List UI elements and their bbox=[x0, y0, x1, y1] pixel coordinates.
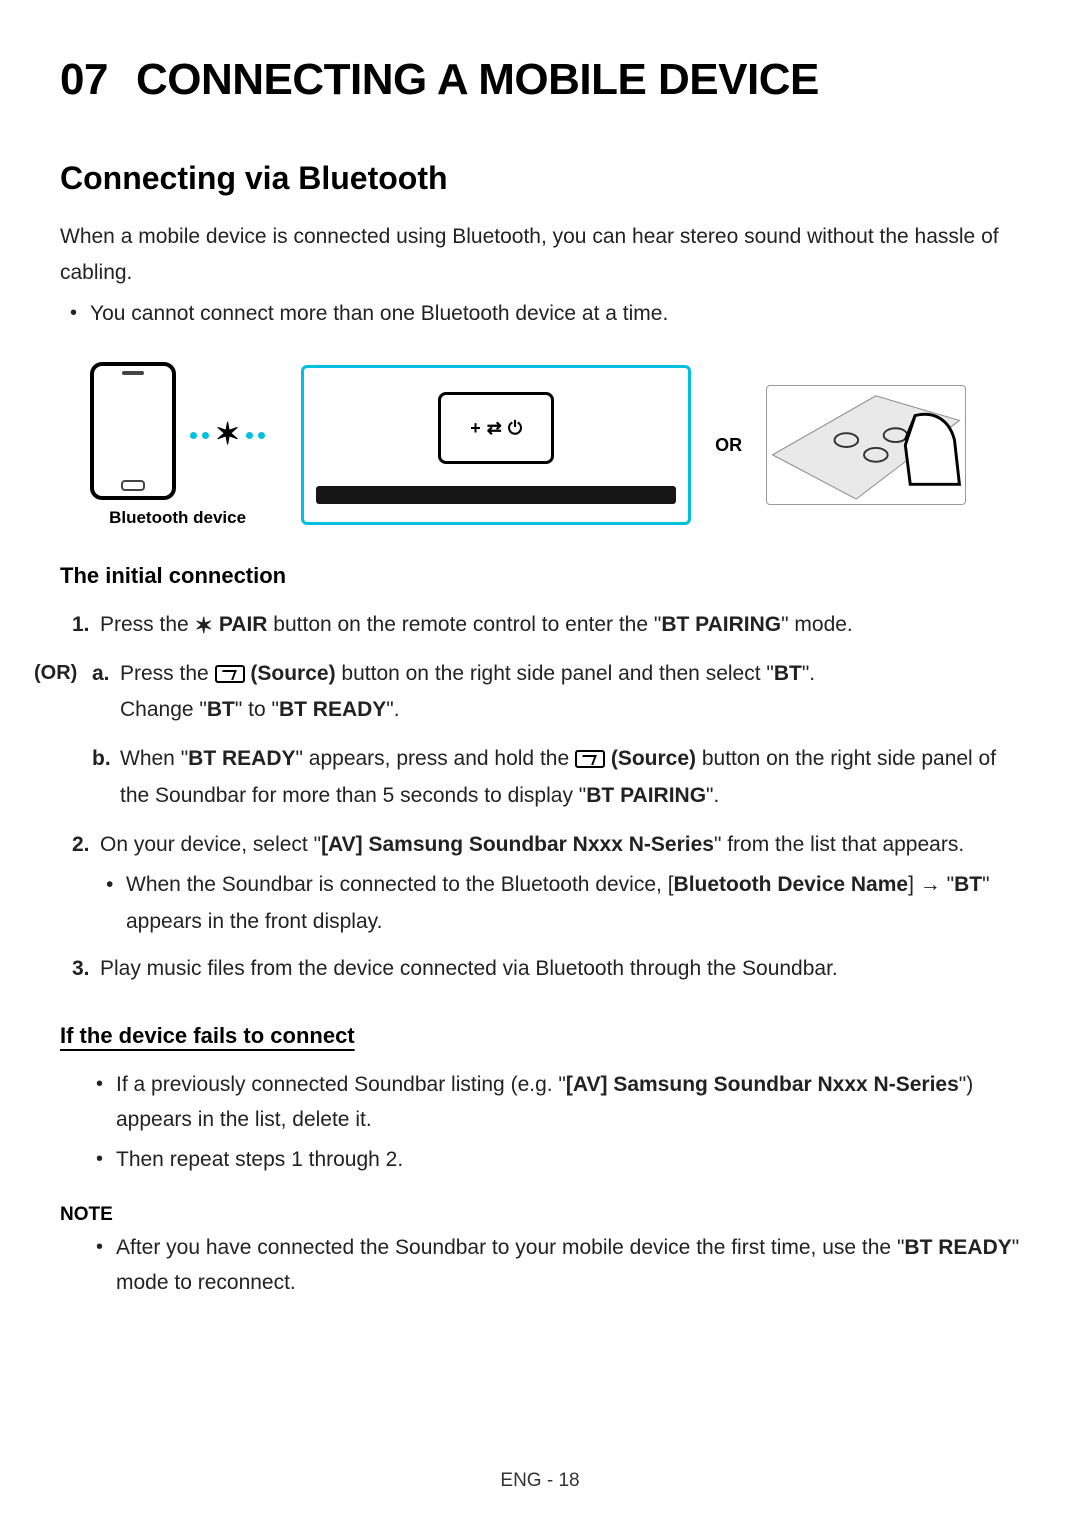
fails-heading: If the device fails to connect bbox=[60, 1023, 1020, 1049]
note-bullet: After you have connected the Soundbar to… bbox=[116, 1230, 1020, 1301]
or-label: OR bbox=[715, 435, 742, 456]
tv-icon: + ⇄ ⏻ bbox=[438, 392, 554, 464]
chapter-title-text: CONNECTING A MOBILE DEVICE bbox=[136, 55, 819, 104]
soundbar-tv-illustration: + ⇄ ⏻ bbox=[301, 365, 691, 525]
instruction-list: 1. Press the ✶ PAIR button on the remote… bbox=[60, 607, 1020, 988]
soundbar-icon bbox=[316, 486, 676, 504]
fails-bullet-2: Then repeat steps 1 through 2. bbox=[116, 1142, 1020, 1178]
section-title: Connecting via Bluetooth bbox=[60, 160, 1020, 197]
or-marker: (OR) bbox=[34, 656, 77, 691]
bluetooth-signal-icon: ✶ bbox=[190, 420, 265, 450]
step-1: 1. Press the ✶ PAIR button on the remote… bbox=[100, 607, 1020, 646]
step-or: (OR) a. Press the (Source) button on the… bbox=[100, 656, 1020, 815]
fails-list: If a previously connected Soundbar listi… bbox=[60, 1067, 1020, 1178]
step-b: b. When "BT READY" appears, press and ho… bbox=[120, 741, 1020, 815]
bluetooth-device-illustration: ✶ Bluetooth device bbox=[90, 362, 265, 528]
intro-bullet-list: You cannot connect more than one Bluetoo… bbox=[60, 296, 1020, 332]
chapter-title: 07 CONNECTING A MOBILE DEVICE bbox=[60, 55, 1020, 105]
note-list: After you have connected the Soundbar to… bbox=[60, 1230, 1020, 1301]
page-footer: ENG - 18 bbox=[0, 1470, 1080, 1492]
note-label: NOTE bbox=[60, 1204, 1020, 1226]
intro-bullet: You cannot connect more than one Bluetoo… bbox=[90, 296, 1020, 332]
phone-icon bbox=[90, 362, 176, 500]
chapter-number: 07 bbox=[60, 55, 108, 104]
step-2-bullet: When the Soundbar is connected to the Bl… bbox=[126, 867, 1020, 941]
or-sub-steps: a. Press the (Source) button on the righ… bbox=[92, 656, 1020, 815]
document-page: 07 CONNECTING A MOBILE DEVICE Connecting … bbox=[0, 0, 1080, 1301]
step-2: 2. On your device, select "[AV] Samsung … bbox=[100, 827, 1020, 941]
step-3: 3. Play music files from the device conn… bbox=[100, 951, 1020, 988]
intro-text: When a mobile device is connected using … bbox=[60, 219, 1020, 290]
source-icon: ⇄ bbox=[487, 418, 502, 439]
bluetooth-device-caption: Bluetooth device bbox=[109, 508, 246, 528]
source-icon bbox=[215, 665, 245, 683]
side-panel-touch-illustration bbox=[766, 385, 966, 505]
connection-diagram: ✶ Bluetooth device + ⇄ ⏻ OR bbox=[60, 362, 1020, 528]
step-a: a. Press the (Source) button on the righ… bbox=[120, 656, 1020, 730]
source-icon bbox=[575, 750, 605, 768]
step-2-bullets: When the Soundbar is connected to the Bl… bbox=[100, 867, 1020, 941]
initial-connection-heading: The initial connection bbox=[60, 563, 1020, 589]
bluetooth-pair-icon: ✶ bbox=[195, 607, 213, 646]
fails-bullet-1: If a previously connected Soundbar listi… bbox=[116, 1067, 1020, 1138]
